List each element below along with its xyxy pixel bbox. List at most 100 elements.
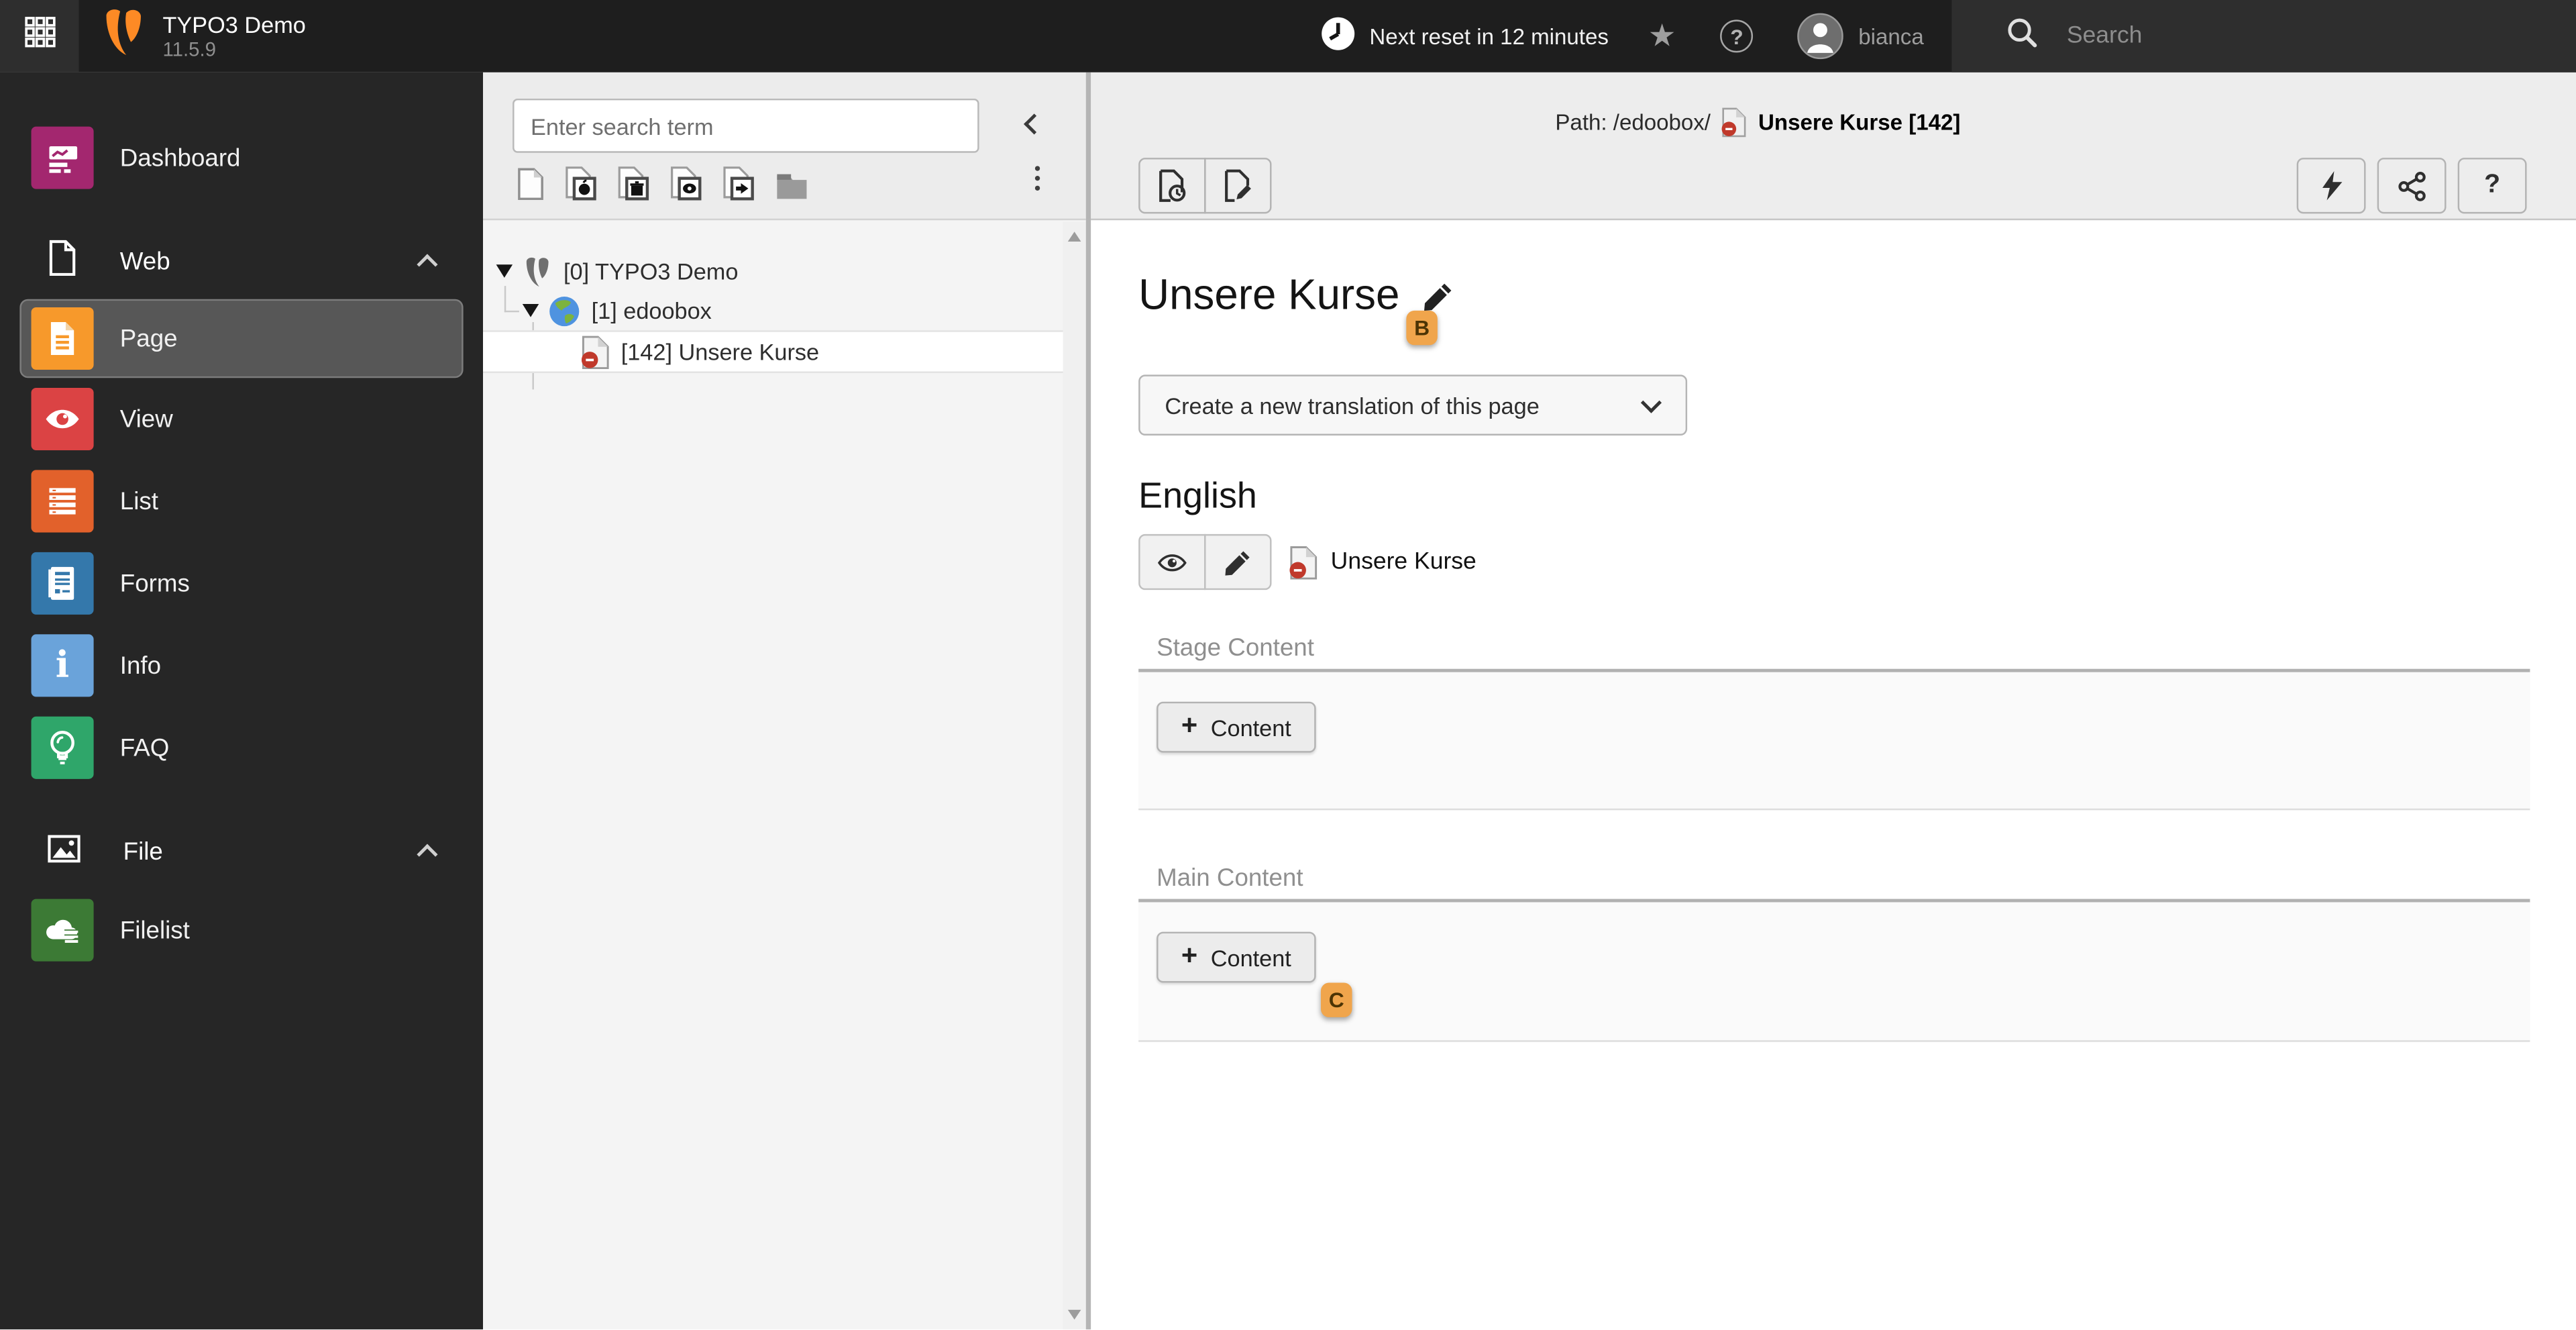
- docheader-left-buttons: [1138, 158, 1272, 214]
- sidebar-item-dashboard[interactable]: Dashboard: [0, 117, 483, 199]
- new-page-drag-area: [517, 166, 808, 201]
- search-icon: [2006, 15, 2039, 56]
- share-button[interactable]: [2377, 158, 2447, 214]
- chevron-down-icon: [1640, 392, 1662, 413]
- tree-search-input[interactable]: [513, 98, 979, 153]
- sidebar-item-filelist[interactable]: Filelist: [0, 889, 483, 971]
- sidebar-item-faq[interactable]: FAQ: [0, 707, 483, 788]
- question-icon: ?: [2484, 170, 2501, 199]
- path-prefix: Path: /edoobox/: [1555, 110, 1711, 135]
- typo3-logo-gray-icon: [523, 256, 552, 287]
- collapse-tree-button[interactable]: [1020, 112, 1046, 138]
- sidebar-active-wrap: Page: [19, 299, 464, 378]
- add-content-button-stage[interactable]: + Content: [1157, 701, 1316, 753]
- sidebar-item-label: List: [119, 487, 158, 515]
- sidebar-item-label: Forms: [119, 569, 190, 598]
- create-translation-dropdown[interactable]: Create a new translation of this page: [1138, 374, 1688, 436]
- typo3-logo: [100, 7, 146, 66]
- page-history-icon: [1159, 169, 1186, 202]
- sidebar-item-label: Page: [119, 324, 178, 353]
- new-recycler-page-icon[interactable]: [618, 166, 649, 201]
- breadcrumb: Path: /edoobox/ Unsere Kurse [142]: [1015, 107, 2500, 138]
- chevron-up-icon: [417, 843, 438, 864]
- page-title: Unsere Kurse: [1138, 269, 1400, 319]
- tree-node-root[interactable]: [0] TYPO3 Demo: [483, 252, 1086, 291]
- plus-icon: +: [1181, 709, 1198, 741]
- add-content-label: Content: [1210, 714, 1291, 741]
- page-hidden-icon: [1722, 107, 1747, 138]
- sidebar-item-forms[interactable]: Forms: [0, 542, 483, 624]
- share-icon: [2398, 170, 2425, 201]
- sidebar-item-page[interactable]: Page: [21, 301, 462, 376]
- grid-icon: [24, 16, 56, 56]
- expand-toggle-icon[interactable]: [522, 304, 539, 317]
- help-menu-button[interactable]: ?: [1699, 0, 1775, 72]
- sidebar-section-web[interactable]: Web: [0, 223, 483, 299]
- new-backend-section-page-icon[interactable]: [565, 166, 596, 201]
- language-heading: English: [1138, 474, 1257, 516]
- user-menu-button[interactable]: bianca: [1774, 0, 1951, 72]
- help-icon: ?: [1720, 19, 1754, 53]
- new-shortcut-page-icon[interactable]: [723, 166, 755, 201]
- scroll-up-icon[interactable]: [1067, 232, 1081, 242]
- add-content-button-main[interactable]: + Content: [1157, 931, 1316, 983]
- lightning-icon: [2322, 170, 2343, 201]
- clear-cache-button[interactable]: [2296, 158, 2366, 214]
- new-folder-icon[interactable]: [775, 171, 808, 201]
- page-history-button[interactable]: [1138, 158, 1206, 214]
- tree-options-menu-button[interactable]: [1034, 166, 1040, 191]
- typo3-backend: TYPO3 Demo 11.5.9 Next reset in 12 minut…: [0, 0, 2576, 1330]
- sidebar-section-label: Web: [119, 247, 170, 276]
- product-name: TYPO3 Demo: [162, 11, 306, 38]
- form-icon: [31, 552, 94, 615]
- lightbulb-icon: [31, 716, 94, 779]
- new-mount-point-page-icon[interactable]: [670, 166, 702, 201]
- pencil-icon: [1424, 283, 1452, 310]
- expand-toggle-icon[interactable]: [496, 264, 513, 278]
- edit-title-button[interactable]: [1423, 280, 1454, 312]
- image-outline-icon: [46, 830, 83, 873]
- sidebar-section-file[interactable]: File: [0, 813, 483, 889]
- column-stage-content: + Content: [1138, 668, 2530, 811]
- view-page-button[interactable]: [1138, 533, 1206, 591]
- context-help-button[interactable]: ?: [2457, 158, 2527, 214]
- annotation-badge-b: B: [1406, 310, 1438, 346]
- eye-icon: [31, 387, 94, 451]
- scroll-down-icon[interactable]: [1067, 1310, 1081, 1321]
- search-input[interactable]: [2063, 21, 2508, 51]
- globe-icon: [549, 295, 580, 327]
- system-reset-notice[interactable]: Next reset in 12 minutes: [1303, 0, 1625, 72]
- bookmarks-button[interactable]: ★: [1625, 0, 1699, 72]
- edit-content-button[interactable]: [1204, 533, 1272, 591]
- panel-splitter[interactable]: [1085, 72, 1091, 1330]
- module-menu-toggle-button[interactable]: [0, 0, 79, 72]
- page-hidden-icon: [581, 334, 610, 368]
- chevron-left-icon: [1024, 113, 1045, 135]
- tree-node-edoobox[interactable]: [1] edoobox: [483, 291, 1086, 330]
- sidebar-item-label: FAQ: [119, 733, 170, 762]
- page-tree-panel: [0] TYPO3 Demo [1] edoobox: [483, 72, 1086, 1330]
- username: bianca: [1858, 23, 1924, 49]
- module-menu: Dashboard Web Page View List Forms i Inf…: [0, 72, 484, 1330]
- topbar: TYPO3 Demo 11.5.9 Next reset in 12 minut…: [0, 0, 2576, 72]
- sidebar-item-label: Filelist: [119, 916, 190, 944]
- sidebar-item-view[interactable]: View: [0, 378, 483, 460]
- sidebar-item-label: Info: [119, 652, 162, 680]
- pencil-icon: [1225, 550, 1250, 575]
- cloud-list-icon: [31, 899, 94, 962]
- docheader-right-buttons: ?: [2296, 158, 2527, 214]
- edit-page-properties-button[interactable]: [1204, 158, 1272, 214]
- record-title: Unsere Kurse [142]: [1758, 110, 1961, 135]
- record-buttons: [1138, 533, 1272, 591]
- info-icon: i: [31, 634, 94, 697]
- new-page-icon[interactable]: [517, 168, 543, 201]
- sidebar-item-info[interactable]: i Info: [0, 625, 483, 707]
- sidebar-item-list[interactable]: List: [0, 460, 483, 542]
- page-record-row: Unsere Kurse: [1138, 533, 2530, 591]
- topbar-search[interactable]: [1951, 0, 2576, 72]
- tree-scrollbar[interactable]: [1063, 221, 1086, 1330]
- tree-node-unsere-kurse[interactable]: [142] Unsere Kurse: [483, 330, 1063, 373]
- eye-icon: [1157, 553, 1187, 571]
- tree-node-label: [142] Unsere Kurse: [621, 338, 820, 365]
